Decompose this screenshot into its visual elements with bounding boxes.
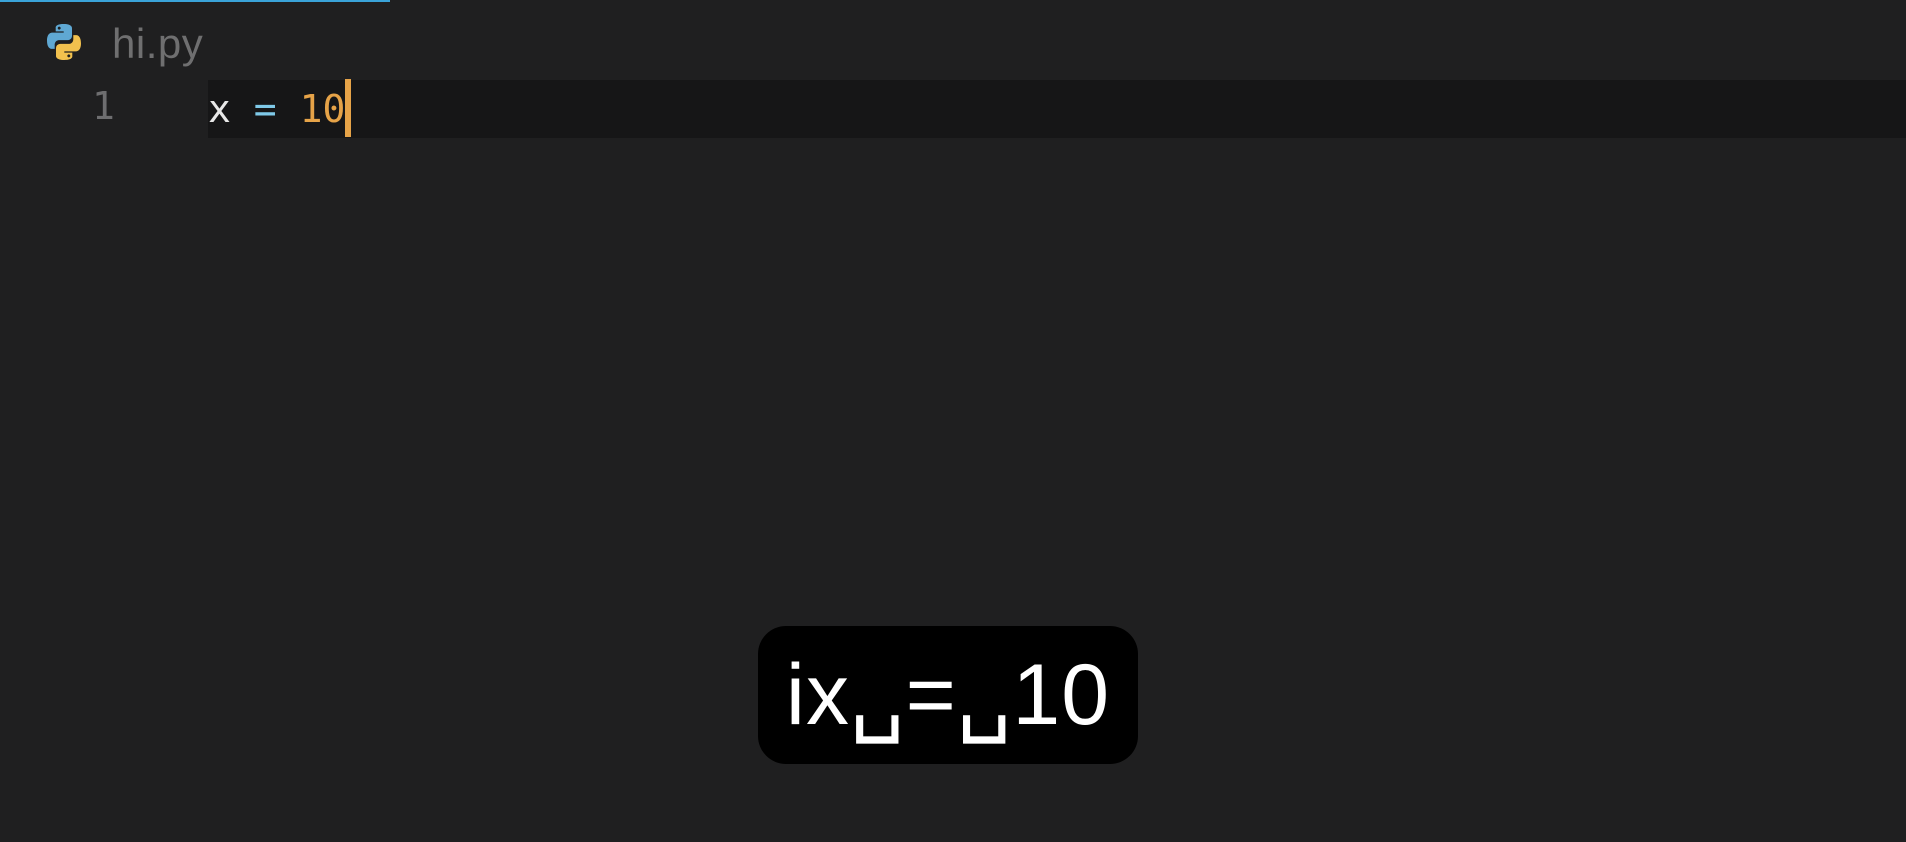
tab-filename: hi.py — [112, 20, 204, 67]
code-token-number: 10 — [299, 87, 346, 131]
code-line-1[interactable]: x = 10 — [208, 78, 352, 137]
line-number: 1 — [92, 84, 115, 128]
code-token-operator: = — [253, 87, 277, 131]
code-token-variable: x — [208, 87, 231, 131]
keystroke-text: ix␣=␣10 — [785, 647, 1111, 743]
keystroke-overlay: ix␣=␣10 — [758, 626, 1138, 764]
text-cursor — [345, 78, 352, 137]
current-line-highlight — [208, 80, 1906, 138]
python-icon — [44, 22, 84, 62]
tab-hi-py[interactable]: hi.py — [0, 2, 390, 80]
